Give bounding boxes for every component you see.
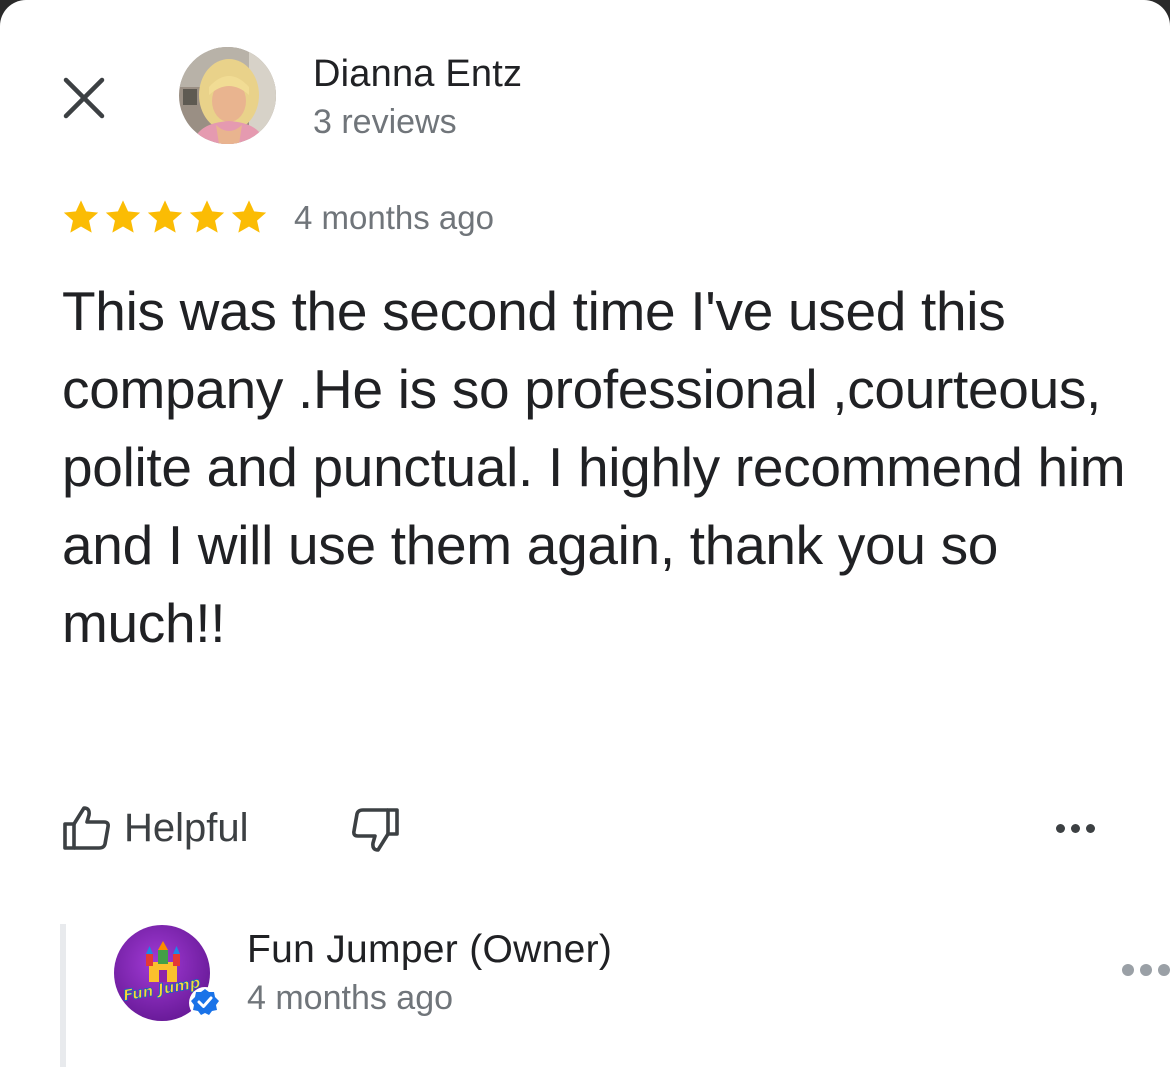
more-options-icon bbox=[1055, 823, 1095, 833]
verified-badge-icon bbox=[189, 987, 221, 1019]
reply-divider bbox=[60, 924, 66, 1067]
more-options-icon bbox=[1122, 964, 1170, 976]
close-icon bbox=[63, 77, 105, 119]
star-icon bbox=[231, 200, 267, 233]
owner-reply-time: 4 months ago bbox=[247, 979, 454, 1017]
review-time: 4 months ago bbox=[294, 199, 494, 236]
thumbs-down-icon bbox=[352, 808, 399, 852]
star-icon bbox=[63, 200, 99, 233]
star-icon bbox=[189, 200, 225, 233]
star-rating bbox=[60, 196, 270, 238]
owner-avatar[interactable]: Fun Jump bbox=[113, 924, 221, 1022]
helpful-label: Helpful bbox=[124, 805, 249, 850]
close-button[interactable] bbox=[56, 72, 112, 124]
reviewer-review-count: 3 reviews bbox=[313, 103, 457, 141]
not-helpful-button[interactable] bbox=[346, 802, 406, 858]
review-text: This was the second time I've used this … bbox=[62, 280, 1126, 654]
owner-name: Fun Jumper (Owner) bbox=[247, 928, 613, 971]
star-icon bbox=[147, 200, 183, 233]
helpful-button[interactable]: Helpful bbox=[60, 800, 249, 856]
reviewer-avatar[interactable] bbox=[179, 47, 276, 144]
reviewer-name[interactable]: Dianna Entz bbox=[313, 52, 522, 96]
thumbs-up-icon bbox=[63, 806, 110, 850]
review-more-button[interactable] bbox=[1048, 808, 1102, 848]
reply-more-button[interactable] bbox=[1122, 950, 1170, 990]
review-sheet: Dianna Entz 3 reviews 4 months ago This … bbox=[0, 0, 1170, 1067]
star-icon bbox=[105, 200, 141, 233]
